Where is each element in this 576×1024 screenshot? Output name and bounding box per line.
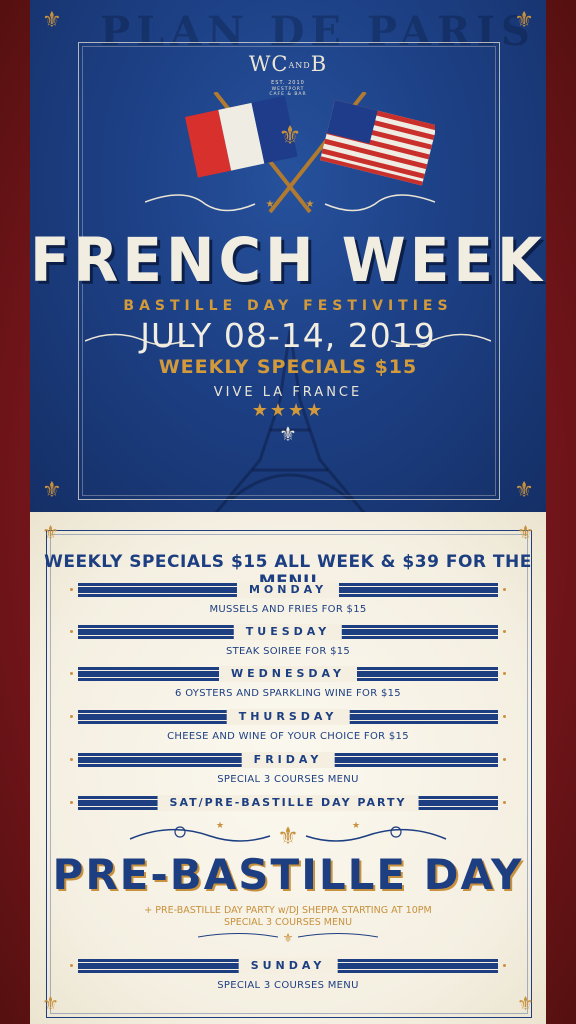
day-bar-monday: MONDAY [70,582,506,598]
fleur-de-lis-icon: ⚜ [42,8,62,33]
flyer-page: PLAN DE PARIS ⚜ ⚜ ⚜ ⚜ WCANDB EST. 2010 W… [0,0,576,1024]
fleur-de-lis-icon: ⚜ [516,522,534,544]
svg-text:★: ★ [216,821,224,831]
ornamental-divider: ⚜ ★ ★ [129,821,447,850]
day-label: THURSDAY [226,709,350,725]
logo-mark: WCANDB [248,52,328,76]
poster-subtitle: BASTILLE DAY FESTIVITIES [123,298,453,314]
pre-bastille-details: + PRE-BASTILLE DAY PARTY w/DJ SHEPPA STA… [30,905,546,929]
svg-text:★: ★ [266,199,275,210]
pre-bastille-title: PRE-BASTILLE DAY [52,850,524,899]
weekly-specials-banner: WEEKLY SPECIALS $15 [158,356,418,378]
star-row: ★★★★ [251,400,325,421]
fleur-de-lis-icon: ⚜ [514,478,534,503]
fleur-de-lis-icon: ⚜ [42,522,60,544]
ornamental-divider: ⚜ [198,931,378,944]
svg-text:★: ★ [352,821,360,831]
day-bar-saturday: SAT/PRE-BASTILLE DAY PARTY [70,795,506,811]
svg-text:★: ★ [306,199,315,210]
fleur-de-lis-icon: ⚜ [42,478,62,503]
day-label: MONDAY [236,582,340,598]
day-label: FRIDAY [241,752,335,768]
menu-item: STEAK SOIREE FOR $15 [225,646,351,657]
tagline: VIVE LA FRANCE [213,385,363,400]
fleur-de-lis-icon: ⚜ [514,8,534,33]
logo-established: EST. 2010 [271,80,305,86]
svg-text:⚜: ⚜ [283,931,294,944]
day-label: TUESDAY [233,624,343,640]
day-bar-friday: FRIDAY [70,752,506,768]
day-bar-wednesday: WEDNESDAY [70,666,506,682]
menu-item: 6 OYSTERS AND SPARKLING WINE FOR $15 [175,688,401,699]
fleur-de-lis-icon: ⚜ [279,422,297,446]
menu-item: SPECIAL 3 COURSES MENU [217,774,359,785]
svg-text:⚜: ⚜ [278,121,301,151]
day-label: SUNDAY [238,958,338,974]
day-bar-sunday: SUNDAY [70,958,506,974]
poster-title: FRENCH WEEK [30,224,546,296]
wcb-logo: WCANDB EST. 2010 WESTPORT CAFE & BAR [30,52,546,97]
day-bar-thursday: THURSDAY [70,709,506,725]
day-bar-tuesday: TUESDAY [70,624,506,640]
fleur-de-lis-icon: ⚜ [42,993,60,1015]
crossed-flags-icon: ⚜ ★ ★ [145,92,435,214]
pre-bastille-line2: SPECIAL 3 COURSES MENU [223,917,353,928]
menu-item: CHEESE AND WINE OF YOUR CHOICE FOR $15 [167,731,409,742]
day-label: SAT/PRE-BASTILLE DAY PARTY [157,795,419,811]
event-dates: JULY 08-14, 2019 [140,316,436,355]
french-week-poster: PLAN DE PARIS ⚜ ⚜ ⚜ ⚜ WCANDB EST. 2010 W… [30,0,546,512]
pre-bastille-line1: + PRE-BASTILLE DAY PARTY w/DJ SHEPPA STA… [144,905,432,916]
menu-item: MUSSELS AND FRIES FOR $15 [209,604,367,615]
day-label: WEDNESDAY [219,666,357,682]
menu-item: SPECIAL 3 COURSES MENU [217,980,359,991]
fleur-de-lis-icon: ⚜ [516,993,534,1015]
weekly-menu: ⚜ ⚜ ⚜ ⚜ WEEKLY SPECIALS $15 ALL WEEK & $… [30,512,546,1024]
svg-text:⚜: ⚜ [277,822,299,850]
